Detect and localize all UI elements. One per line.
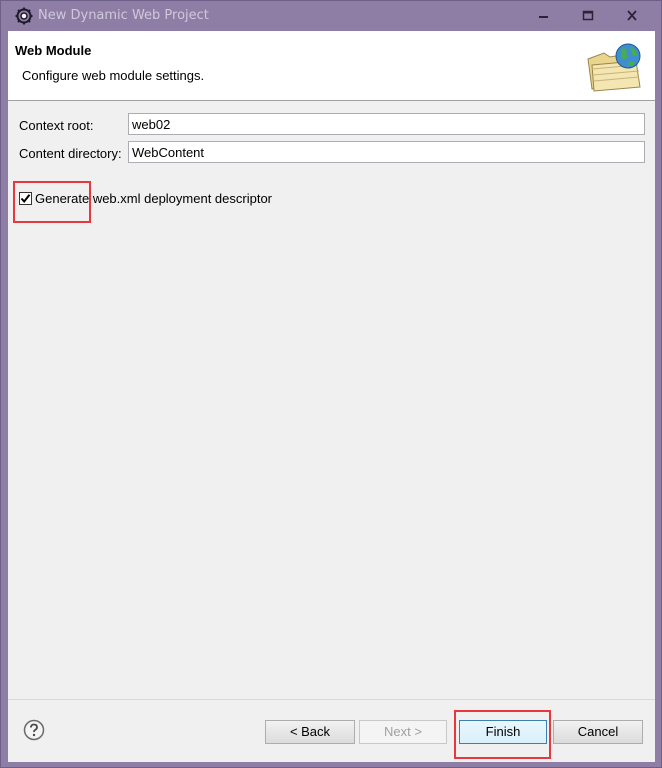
help-icon[interactable] bbox=[23, 719, 45, 741]
minimize-button[interactable] bbox=[533, 7, 553, 25]
page-title: Web Module bbox=[15, 43, 92, 58]
back-button[interactable]: < Back bbox=[265, 720, 355, 744]
title-bar[interactable]: New Dynamic Web Project bbox=[1, 1, 661, 31]
generate-descriptor-label: Generate web.xml deployment descriptor bbox=[35, 191, 273, 206]
close-icon bbox=[627, 10, 637, 21]
wizard-banner: Web Module Configure web module settings… bbox=[8, 31, 655, 101]
dialog-content: Web Module Configure web module settings… bbox=[8, 31, 655, 762]
finish-button[interactable]: Finish bbox=[459, 720, 547, 744]
next-button[interactable]: Next > bbox=[359, 720, 447, 744]
minimize-icon bbox=[539, 16, 548, 18]
context-root-input[interactable]: web02 bbox=[128, 113, 645, 135]
content-directory-label: Content directory: bbox=[19, 146, 122, 161]
footer-divider bbox=[8, 699, 655, 700]
window-title: New Dynamic Web Project bbox=[38, 8, 209, 23]
checkmark-icon bbox=[20, 194, 31, 204]
context-root-label: Context root: bbox=[19, 118, 94, 133]
cancel-button[interactable]: Cancel bbox=[553, 720, 643, 744]
generate-descriptor-checkbox[interactable] bbox=[19, 192, 32, 205]
page-description: Configure web module settings. bbox=[22, 68, 205, 83]
eclipse-gear-icon bbox=[15, 7, 33, 25]
content-directory-input[interactable]: WebContent bbox=[128, 141, 645, 163]
dialog-window: New Dynamic Web Project Web Module Confi… bbox=[0, 0, 662, 768]
maximize-icon bbox=[582, 10, 594, 21]
close-button[interactable] bbox=[622, 7, 642, 25]
maximize-button[interactable] bbox=[578, 7, 598, 25]
web-folder-globe-icon bbox=[586, 43, 644, 92]
